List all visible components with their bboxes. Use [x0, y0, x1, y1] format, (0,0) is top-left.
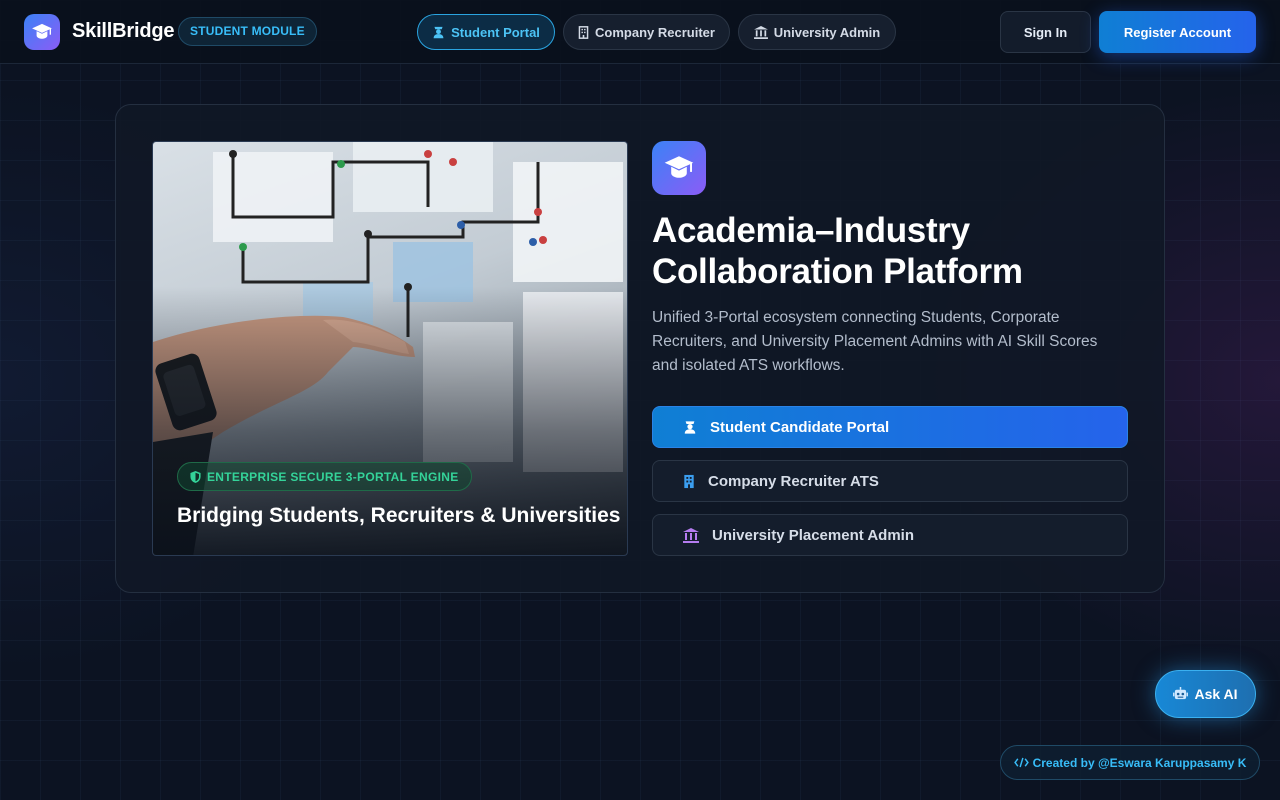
page-title-line-1: Academia–Industry — [652, 211, 970, 250]
tab-label: Company Recruiter — [595, 24, 715, 40]
university-icon — [683, 527, 699, 543]
student-icon — [433, 26, 444, 38]
hero-image: ENTERPRISE SECURE 3-PORTAL ENGINE Bridgi… — [152, 141, 628, 556]
tab-student-portal[interactable]: Student Portal — [417, 14, 555, 50]
page-title: Academia–Industry Collaboration Platform — [652, 210, 1132, 292]
company-recruiter-ats-button[interactable]: Company Recruiter ATS — [652, 460, 1128, 502]
portal-button-label: University Placement Admin — [712, 526, 915, 544]
graduation-cap-icon — [652, 141, 706, 195]
top-navbar: SkillBridge STUDENT MODULE Student Porta… — [0, 0, 1280, 64]
building-icon — [684, 474, 694, 488]
brand-name[interactable]: SkillBridge — [72, 20, 174, 43]
code-icon — [1013, 757, 1029, 768]
module-badge: STUDENT MODULE — [178, 17, 317, 46]
tab-label: University Admin — [773, 24, 881, 40]
page-title-line-2: Collaboration Platform — [652, 252, 1023, 291]
student-candidate-portal-button[interactable]: Student Candidate Portal — [652, 406, 1128, 448]
tab-label: Student Portal — [451, 24, 540, 40]
building-icon — [578, 25, 589, 39]
register-account-button[interactable]: Register Account — [1099, 11, 1256, 53]
image-overlay — [153, 142, 627, 555]
portal-button-label: Company Recruiter ATS — [708, 472, 879, 490]
robot-icon — [1173, 687, 1189, 700]
shield-icon — [190, 470, 201, 483]
student-icon — [684, 420, 696, 434]
ask-ai-button[interactable]: Ask AI — [1155, 670, 1256, 718]
tab-university-admin[interactable]: University Admin — [738, 14, 896, 50]
author-credit-label: Created by @Eswara Karuppasamy K — [1032, 755, 1247, 770]
sign-in-button[interactable]: Sign In — [1000, 11, 1091, 53]
portal-button-label: Student Candidate Portal — [710, 418, 890, 436]
university-placement-admin-button[interactable]: University Placement Admin — [652, 514, 1128, 556]
hero-image-caption: Bridging Students, Recruiters & Universi… — [177, 504, 621, 527]
security-badge-label: ENTERPRISE SECURE 3-PORTAL ENGINE — [207, 469, 459, 484]
security-badge: ENTERPRISE SECURE 3-PORTAL ENGINE — [177, 462, 472, 491]
author-credit-badge[interactable]: Created by @Eswara Karuppasamy K — [1000, 745, 1260, 780]
tab-company-recruiter[interactable]: Company Recruiter — [563, 14, 730, 50]
ask-ai-label: Ask AI — [1194, 686, 1238, 702]
university-icon — [753, 25, 768, 39]
page-description: Unified 3-Portal ecosystem connecting St… — [652, 309, 1098, 374]
logo-icon[interactable] — [24, 14, 60, 50]
